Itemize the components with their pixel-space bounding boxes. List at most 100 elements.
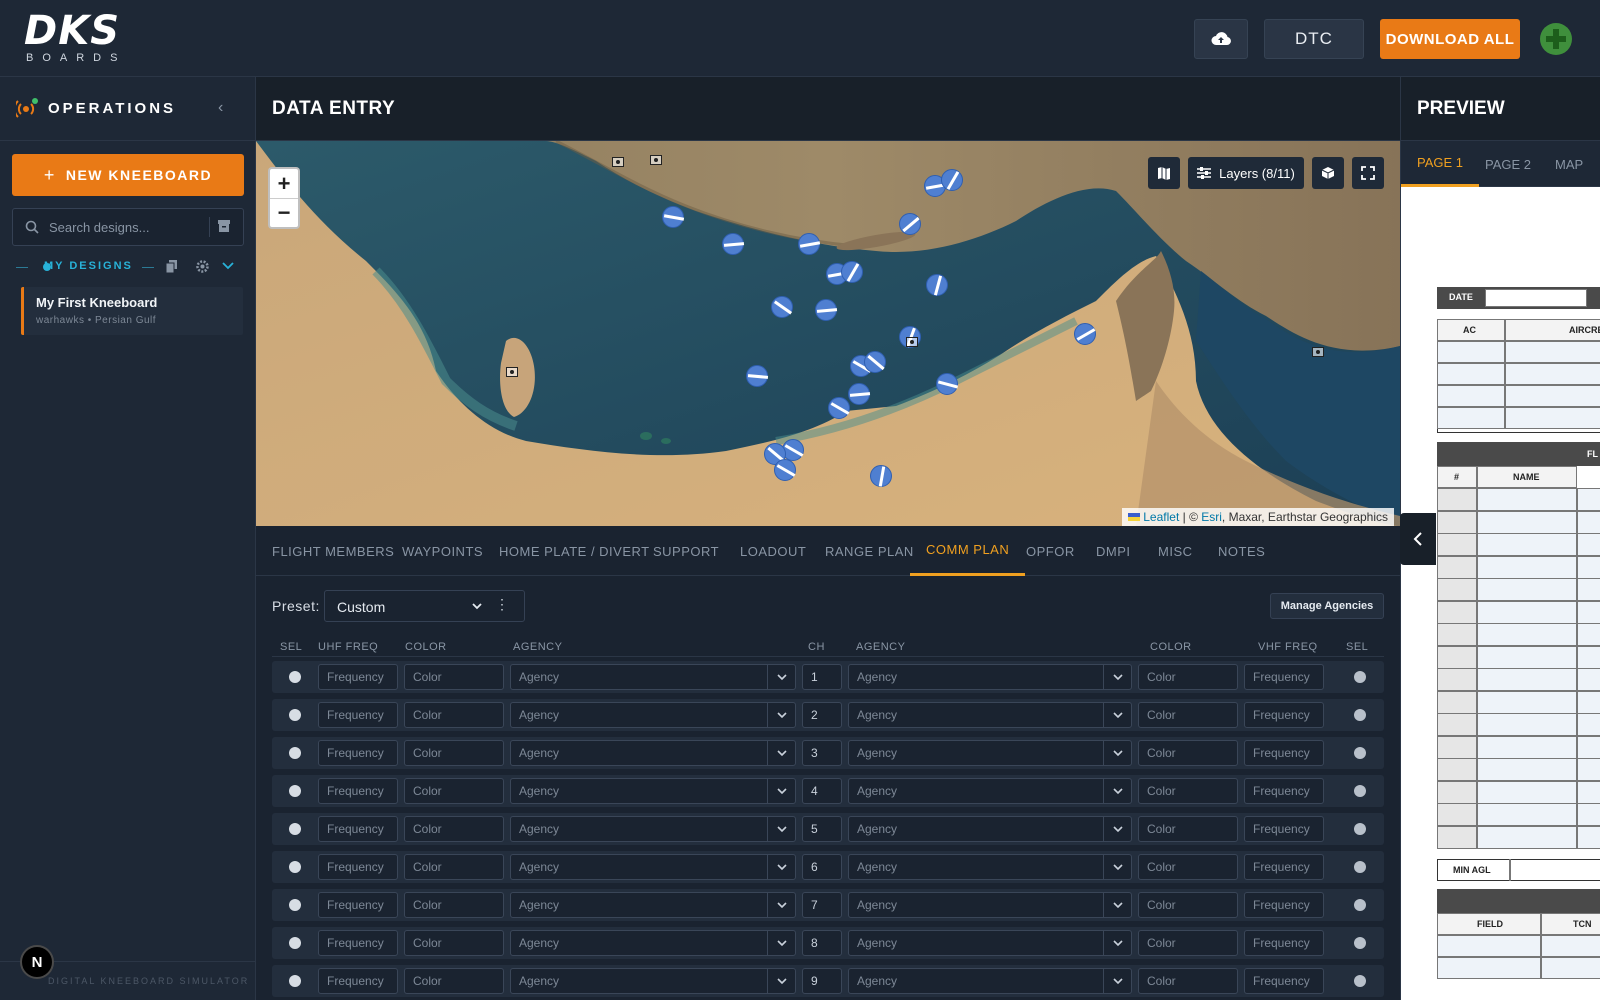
map-marker[interactable]	[841, 261, 863, 283]
sel-left-radio[interactable]	[289, 937, 301, 949]
archive-icon[interactable]	[217, 219, 231, 233]
tab-support[interactable]: SUPPORT	[653, 526, 719, 576]
layers-button[interactable]: Layers (8/11)	[1188, 157, 1304, 189]
tab-notes[interactable]: NOTES	[1218, 526, 1265, 576]
sel-right-radio[interactable]	[1354, 975, 1366, 987]
tab-opfor[interactable]: OPFOR	[1026, 526, 1075, 576]
airbase-icon[interactable]	[1312, 347, 1324, 357]
tab-page-2[interactable]: PAGE 2	[1485, 141, 1531, 187]
map-marker[interactable]	[941, 169, 963, 191]
map-marker[interactable]	[1074, 323, 1096, 345]
sel-right-radio[interactable]	[1354, 823, 1366, 835]
agency-select-right[interactable]: Agency	[848, 740, 1132, 766]
copy-icon[interactable]	[166, 260, 178, 273]
n-badge-button[interactable]: N	[20, 945, 54, 979]
tab-home-plate-divert[interactable]: HOME PLATE / DIVERT	[499, 526, 650, 576]
color-input-right[interactable]: Color	[1138, 816, 1238, 842]
color-input-left[interactable]: Color	[404, 664, 504, 690]
download-all-button[interactable]: DOWNLOAD ALL	[1380, 19, 1520, 59]
preset-select[interactable]: Custom ⋮	[324, 590, 525, 622]
map-marker[interactable]	[662, 206, 684, 228]
vhf-freq-input[interactable]: Frequency	[1244, 892, 1324, 918]
tab-misc[interactable]: MISC	[1158, 526, 1193, 576]
agency-select-left[interactable]: Agency	[510, 854, 796, 880]
channel-input[interactable]: 5	[802, 816, 842, 842]
uhf-freq-input[interactable]: Frequency	[318, 892, 398, 918]
user-avatar[interactable]	[1540, 23, 1572, 55]
color-input-right[interactable]: Color	[1138, 778, 1238, 804]
gear-icon[interactable]	[196, 260, 209, 273]
new-kneeboard-button[interactable]: + NEW KNEEBOARD	[12, 154, 244, 196]
tab-flight-members[interactable]: FLIGHT MEMBERS	[272, 526, 394, 576]
chevron-down-icon[interactable]	[222, 262, 234, 270]
design-card[interactable]: My First Kneeboard warhawks • Persian Gu…	[21, 287, 243, 335]
airbase-icon[interactable]	[612, 157, 624, 167]
upload-button[interactable]	[1194, 19, 1248, 59]
color-input-right[interactable]: Color	[1138, 968, 1238, 994]
agency-select-right[interactable]: Agency	[848, 854, 1132, 880]
3d-view-button[interactable]	[1312, 157, 1344, 189]
vhf-freq-input[interactable]: Frequency	[1244, 816, 1324, 842]
color-input-left[interactable]: Color	[404, 930, 504, 956]
agency-select-left[interactable]: Agency	[510, 892, 796, 918]
vhf-freq-input[interactable]: Frequency	[1244, 854, 1324, 880]
uhf-freq-input[interactable]: Frequency	[318, 740, 398, 766]
vhf-freq-input[interactable]: Frequency	[1244, 664, 1324, 690]
agency-select-right[interactable]: Agency	[848, 968, 1132, 994]
channel-input[interactable]: 8	[802, 930, 842, 956]
airbase-icon[interactable]	[650, 155, 662, 165]
sel-left-radio[interactable]	[289, 899, 301, 911]
map-marker[interactable]	[936, 373, 958, 395]
agency-select-left[interactable]: Agency	[510, 740, 796, 766]
map-marker[interactable]	[828, 397, 850, 419]
color-input-left[interactable]: Color	[404, 816, 504, 842]
collapse-preview-button[interactable]	[1400, 513, 1436, 565]
map-marker[interactable]	[899, 213, 921, 235]
channel-input[interactable]: 3	[802, 740, 842, 766]
sel-right-radio[interactable]	[1354, 671, 1366, 683]
sel-right-radio[interactable]	[1354, 785, 1366, 797]
sel-right-radio[interactable]	[1354, 899, 1366, 911]
sel-right-radio[interactable]	[1354, 937, 1366, 949]
dtc-button[interactable]: DTC	[1264, 19, 1364, 59]
color-input-right[interactable]: Color	[1138, 854, 1238, 880]
agency-select-left[interactable]: Agency	[510, 968, 796, 994]
manage-agencies-button[interactable]: Manage Agencies	[1270, 593, 1384, 619]
agency-select-left[interactable]: Agency	[510, 702, 796, 728]
agency-select-right[interactable]: Agency	[848, 816, 1132, 842]
esri-link[interactable]: Esri	[1201, 510, 1222, 524]
sel-left-radio[interactable]	[289, 785, 301, 797]
sel-left-radio[interactable]	[289, 823, 301, 835]
tab-loadout[interactable]: LOADOUT	[740, 526, 806, 576]
tab-page-1[interactable]: PAGE 1	[1401, 141, 1480, 187]
sel-left-radio[interactable]	[289, 709, 301, 721]
color-input-right[interactable]: Color	[1138, 702, 1238, 728]
color-input-right[interactable]: Color	[1138, 930, 1238, 956]
uhf-freq-input[interactable]: Frequency	[318, 702, 398, 728]
vhf-freq-input[interactable]: Frequency	[1244, 778, 1324, 804]
color-input-left[interactable]: Color	[404, 740, 504, 766]
color-input-right[interactable]: Color	[1138, 892, 1238, 918]
agency-select-right[interactable]: Agency	[848, 778, 1132, 804]
agency-select-right[interactable]: Agency	[848, 702, 1132, 728]
map-view[interactable]: + − Layers (8/11) Leaflet | © Esri, Maxa…	[256, 141, 1400, 526]
uhf-freq-input[interactable]: Frequency	[318, 664, 398, 690]
color-input-left[interactable]: Color	[404, 892, 504, 918]
color-input-right[interactable]: Color	[1138, 740, 1238, 766]
agency-select-left[interactable]: Agency	[510, 664, 796, 690]
tab-dmpi[interactable]: DMPI	[1096, 526, 1131, 576]
map-marker[interactable]	[746, 365, 768, 387]
color-input-left[interactable]: Color	[404, 778, 504, 804]
agency-select-right[interactable]: Agency	[848, 930, 1132, 956]
tab-map[interactable]: MAP	[1555, 141, 1583, 187]
uhf-freq-input[interactable]: Frequency	[318, 930, 398, 956]
tab-range-plan[interactable]: RANGE PLAN	[825, 526, 914, 576]
channel-input[interactable]: 7	[802, 892, 842, 918]
channel-input[interactable]: 6	[802, 854, 842, 880]
channel-input[interactable]: 4	[802, 778, 842, 804]
sel-left-radio[interactable]	[289, 861, 301, 873]
sel-left-radio[interactable]	[289, 671, 301, 683]
zoom-in-button[interactable]: +	[270, 169, 298, 198]
fullscreen-button[interactable]	[1352, 157, 1384, 189]
airbase-icon[interactable]	[906, 337, 918, 347]
